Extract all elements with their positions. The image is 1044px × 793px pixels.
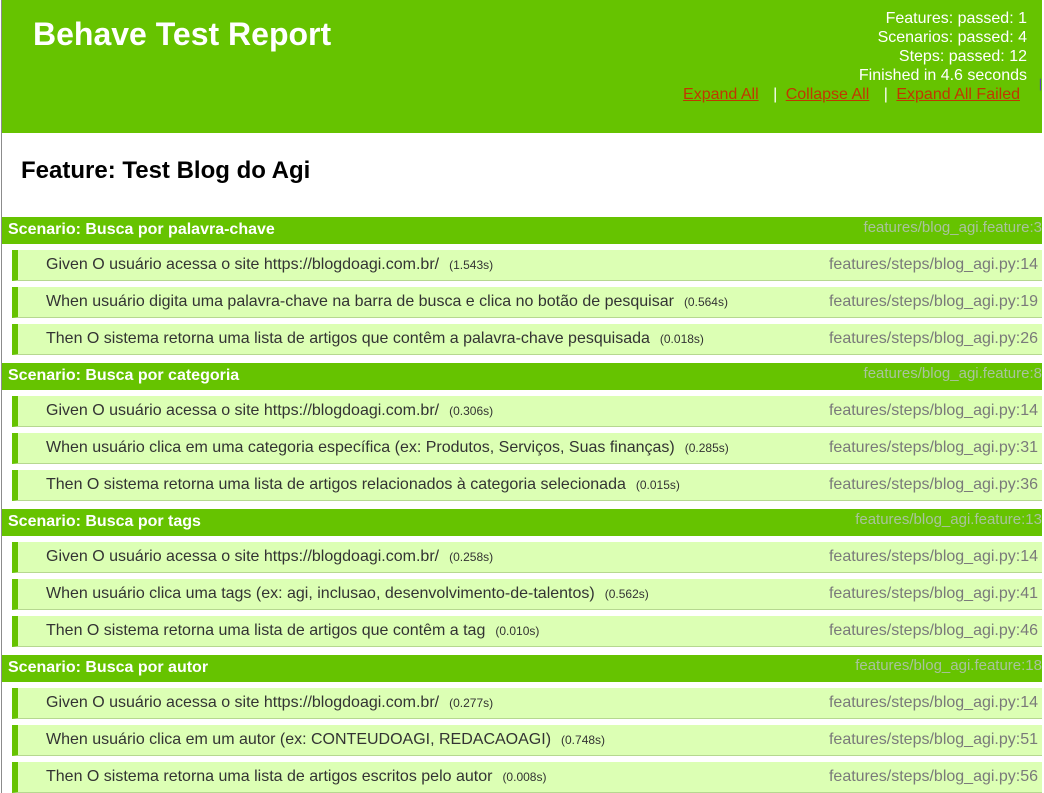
scenario-block: Scenario: Busca por categoria features/bl…	[2, 363, 1042, 509]
expand-all-link[interactable]: Expand All	[683, 86, 759, 103]
step-duration: (0.306s)	[449, 404, 494, 418]
scenario-name: Scenario: Busca por autor	[8, 659, 209, 676]
scenario-name: Scenario: Busca por palavra-chave	[8, 221, 275, 238]
step-row: When usuário clica uma tags (ex: agi, in…	[12, 579, 1042, 610]
step-location: features/steps/blog_agi.py:14	[828, 402, 1038, 419]
step-duration: (0.015s)	[635, 478, 680, 492]
step-duration: (0.010s)	[495, 624, 540, 638]
step-list: Given O usuário acessa o site https://bl…	[2, 390, 1042, 509]
step-text: Given O usuário acessa o site https://bl…	[46, 694, 493, 712]
step-text: When usuário clica em um autor (ex: CONT…	[46, 731, 605, 749]
step-duration: (0.277s)	[449, 696, 494, 710]
features-summary: Features: passed: 1	[885, 10, 1027, 27]
step-description: Given O usuário acessa o site https://bl…	[46, 402, 440, 419]
step-duration: (0.008s)	[502, 770, 547, 784]
step-text: Then O sistema retorna uma lista de arti…	[46, 330, 704, 348]
scenario-header[interactable]: Scenario: Busca por palavra-chave feature…	[2, 217, 1042, 244]
step-text: Then O sistema retorna uma lista de arti…	[46, 476, 680, 494]
step-duration: (1.543s)	[449, 258, 494, 272]
step-description: When usuário clica em uma categoria espe…	[46, 439, 675, 456]
step-row: When usuário clica em um autor (ex: CONT…	[12, 725, 1042, 756]
scenario-header[interactable]: Scenario: Busca por autor features/blog_a…	[2, 655, 1042, 682]
step-row: Then O sistema retorna uma lista de arti…	[12, 762, 1042, 793]
step-description: Then O sistema retorna uma lista de arti…	[46, 768, 493, 785]
step-text: When usuário clica uma tags (ex: agi, in…	[46, 585, 649, 603]
step-duration: (0.018s)	[659, 332, 704, 346]
step-duration: (0.285s)	[684, 441, 729, 455]
scenario-list: Scenario: Busca por palavra-chave feature…	[2, 217, 1042, 793]
expand-all-failed-link[interactable]: Expand All Failed	[896, 86, 1020, 103]
scenario-name: Scenario: Busca por tags	[8, 513, 201, 530]
step-location: features/steps/blog_agi.py:46	[828, 622, 1038, 639]
report-header: Behave Test Report Features: passed: 1 S…	[2, 0, 1042, 133]
collapse-all-link[interactable]: Collapse All	[786, 86, 870, 103]
step-row: Given O usuário acessa o site https://bl…	[12, 250, 1042, 281]
step-row: Given O usuário acessa o site https://bl…	[12, 396, 1042, 427]
step-location: features/steps/blog_agi.py:31	[828, 439, 1038, 456]
step-text: Given O usuário acessa o site https://bl…	[46, 256, 493, 274]
step-location: features/steps/blog_agi.py:36	[828, 476, 1038, 493]
step-location: features/steps/blog_agi.py:41	[828, 585, 1038, 602]
step-text: When usuário digita uma palavra-chave na…	[46, 293, 728, 311]
step-location: features/steps/blog_agi.py:14	[828, 256, 1038, 273]
step-row: Then O sistema retorna uma lista de arti…	[12, 324, 1042, 355]
scenario-block: Scenario: Busca por autor features/blog_a…	[2, 655, 1042, 793]
scenario-block: Scenario: Busca por palavra-chave feature…	[2, 217, 1042, 363]
report-title: Behave Test Report	[33, 16, 332, 52]
step-description: When usuário digita uma palavra-chave na…	[46, 293, 674, 310]
step-duration: (0.564s)	[683, 295, 728, 309]
scenarios-summary: Scenarios: passed: 4	[877, 29, 1027, 46]
scenario-block: Scenario: Busca por tags features/blog_ag…	[2, 509, 1042, 655]
step-list: Given O usuário acessa o site https://bl…	[2, 244, 1042, 363]
report-controls: Expand All | Collapse All | Expand All F…	[683, 86, 1020, 104]
step-row: When usuário digita uma palavra-chave na…	[12, 287, 1042, 318]
step-row: Then O sistema retorna uma lista de arti…	[12, 470, 1042, 501]
scenario-location: features/blog_agi.feature:8	[863, 365, 1042, 382]
scenario-location: features/blog_agi.feature:13	[855, 511, 1042, 528]
scenario-location: features/blog_agi.feature:3	[863, 219, 1042, 236]
step-location: features/steps/blog_agi.py:14	[828, 694, 1038, 711]
step-text: When usuário clica em uma categoria espe…	[46, 439, 729, 457]
step-description: When usuário clica uma tags (ex: agi, in…	[46, 585, 595, 602]
step-description: Given O usuário acessa o site https://bl…	[46, 548, 440, 565]
step-list: Given O usuário acessa o site https://bl…	[2, 682, 1042, 793]
report-frame: Behave Test Report Features: passed: 1 S…	[1, 0, 1042, 793]
step-duration: (0.748s)	[561, 733, 606, 747]
step-text: Then O sistema retorna uma lista de arti…	[46, 622, 539, 640]
step-row: Given O usuário acessa o site https://bl…	[12, 542, 1042, 573]
summary-panel: Features: passed: 1 Scenarios: passed: 4…	[859, 9, 1027, 85]
step-description: When usuário clica em um autor (ex: CONT…	[46, 731, 552, 748]
step-location: features/steps/blog_agi.py:51	[828, 731, 1038, 748]
scenario-name: Scenario: Busca por categoria	[8, 367, 240, 384]
step-location: features/steps/blog_agi.py:26	[828, 330, 1038, 347]
step-location: features/steps/blog_agi.py:56	[828, 768, 1038, 785]
step-location: features/steps/blog_agi.py:14	[828, 548, 1038, 565]
step-text: Given O usuário acessa o site https://bl…	[46, 548, 493, 566]
scenario-header[interactable]: Scenario: Busca por tags features/blog_ag…	[2, 509, 1042, 536]
step-description: Then O sistema retorna uma lista de arti…	[46, 330, 650, 347]
duration-summary: Finished in 4.6 seconds	[858, 67, 1027, 84]
step-row: When usuário clica em uma categoria espe…	[12, 433, 1042, 464]
scrollbar-marker: ▏	[1040, 80, 1044, 91]
step-list: Given O usuário acessa o site https://bl…	[2, 536, 1042, 655]
step-row: Then O sistema retorna uma lista de arti…	[12, 616, 1042, 647]
feature-title: Feature: Test Blog do Agi	[21, 157, 311, 184]
step-description: Then O sistema retorna uma lista de arti…	[46, 622, 486, 639]
step-description: Then O sistema retorna uma lista de arti…	[46, 476, 626, 493]
step-location: features/steps/blog_agi.py:19	[828, 293, 1038, 310]
step-description: Given O usuário acessa o site https://bl…	[46, 256, 440, 273]
separator: |	[883, 86, 888, 103]
step-description: Given O usuário acessa o site https://bl…	[46, 694, 440, 711]
scenario-header[interactable]: Scenario: Busca por categoria features/bl…	[2, 363, 1042, 390]
step-text: Given O usuário acessa o site https://bl…	[46, 402, 493, 420]
separator: |	[773, 86, 778, 103]
step-duration: (0.562s)	[604, 587, 649, 601]
scenario-location: features/blog_agi.feature:18	[855, 657, 1042, 674]
step-duration: (0.258s)	[449, 550, 494, 564]
step-text: Then O sistema retorna uma lista de arti…	[46, 768, 546, 786]
steps-summary: Steps: passed: 12	[898, 48, 1027, 65]
step-row: Given O usuário acessa o site https://bl…	[12, 688, 1042, 719]
